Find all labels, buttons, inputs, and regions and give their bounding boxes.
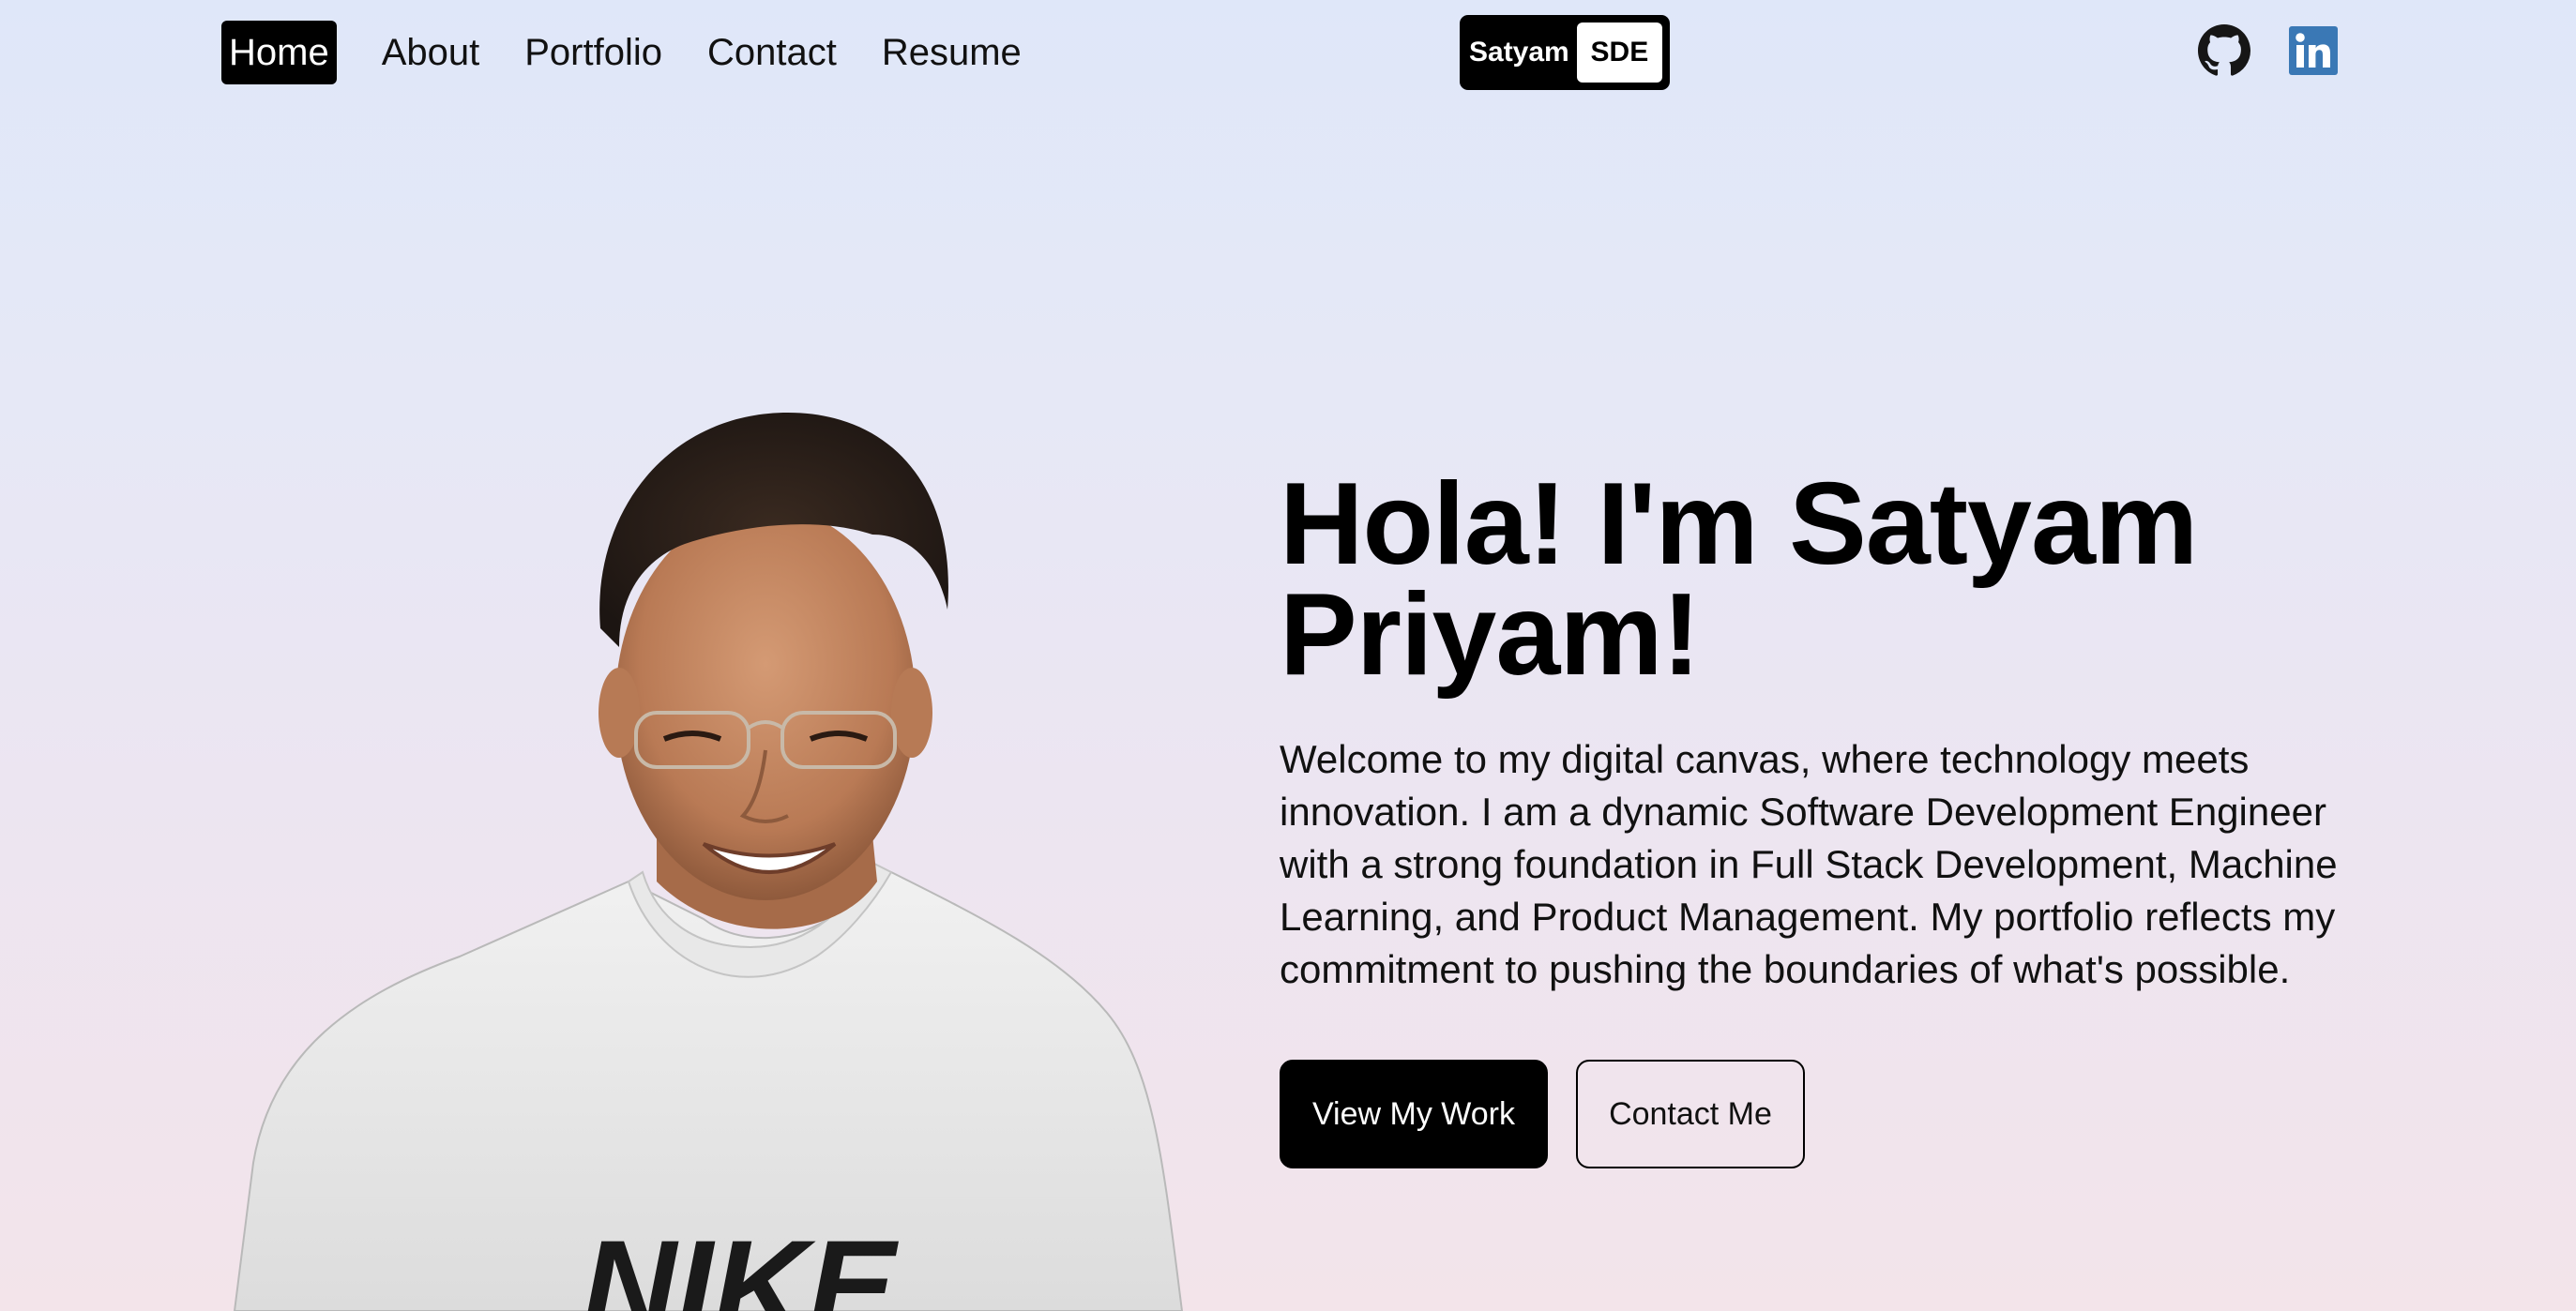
shirt-print: NIKE	[582, 1213, 899, 1311]
view-my-work-button[interactable]: View My Work	[1280, 1060, 1548, 1168]
github-icon[interactable]	[2198, 24, 2250, 77]
hero-section: Hola! I'm Satyam Priyam! Welcome to my d…	[1280, 460, 2358, 1168]
hero-title: Hola! I'm Satyam Priyam!	[1280, 460, 2358, 700]
linkedin-icon-graphic	[2289, 26, 2338, 75]
hero-title-line-1: Hola! I'm Satyam	[1280, 460, 2198, 589]
main-nav: Home About Portfolio Contact Resume	[221, 19, 1059, 86]
cta-group: View My Work Contact Me	[1280, 1060, 2358, 1168]
nav-portfolio[interactable]: Portfolio	[517, 24, 670, 81]
github-icon-graphic	[2198, 24, 2250, 76]
hero-title-line-2: Priyam!	[1280, 570, 1701, 700]
profile-photo: NIKE	[233, 413, 1184, 1311]
nav-contact[interactable]: Contact	[700, 24, 844, 81]
linkedin-icon[interactable]	[2289, 26, 2338, 75]
nav-about[interactable]: About	[374, 24, 488, 81]
brand-name: Satyam	[1469, 37, 1569, 68]
nav-resume[interactable]: Resume	[874, 24, 1029, 81]
hero-description: Welcome to my digital canvas, where tech…	[1280, 737, 2338, 991]
nav-home[interactable]: Home	[221, 21, 337, 84]
brand-logo[interactable]: Satyam SDE	[1460, 15, 1670, 90]
contact-me-button[interactable]: Contact Me	[1576, 1060, 1805, 1168]
brand-tag: SDE	[1576, 23, 1662, 83]
